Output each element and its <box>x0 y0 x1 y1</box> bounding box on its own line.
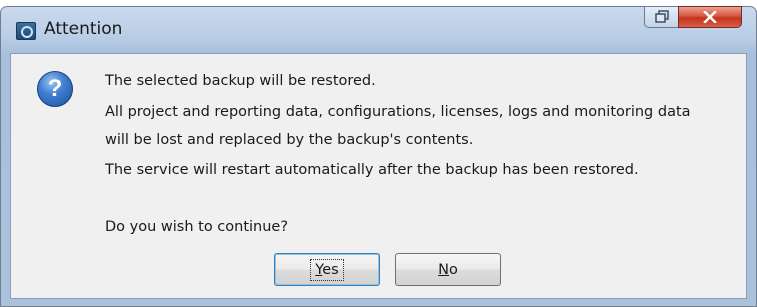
no-button-label: No <box>438 262 458 278</box>
message-line-2: All project and reporting data, configur… <box>105 104 691 120</box>
close-icon <box>703 11 717 23</box>
yes-label-rest: es <box>322 261 339 278</box>
question-glyph: ? <box>47 75 63 102</box>
no-button[interactable]: No <box>395 253 501 286</box>
dialog-window: Attention ? The selected backup will be … <box>0 6 757 307</box>
message-line-3: will be lost and replaced by the backup'… <box>105 132 474 148</box>
title-bar[interactable]: Attention <box>1 6 756 53</box>
no-label-rest: o <box>448 261 458 278</box>
no-accelerator: N <box>438 261 449 278</box>
dialog-content: ? The selected backup will be restored. … <box>10 53 747 299</box>
window-title: Attention <box>44 19 123 39</box>
yes-button-label: Yes <box>310 258 344 281</box>
confirm-question: Do you wish to continue? <box>105 219 289 235</box>
message-line-4: The service will restart automatically a… <box>105 162 639 178</box>
message-line-1: The selected backup will be restored. <box>105 73 376 89</box>
question-icon: ? <box>37 71 73 107</box>
close-button[interactable] <box>678 6 742 28</box>
restore-button[interactable] <box>644 6 679 28</box>
app-icon <box>16 22 36 40</box>
yes-button[interactable]: Yes <box>274 253 380 286</box>
restore-icon <box>654 10 669 23</box>
